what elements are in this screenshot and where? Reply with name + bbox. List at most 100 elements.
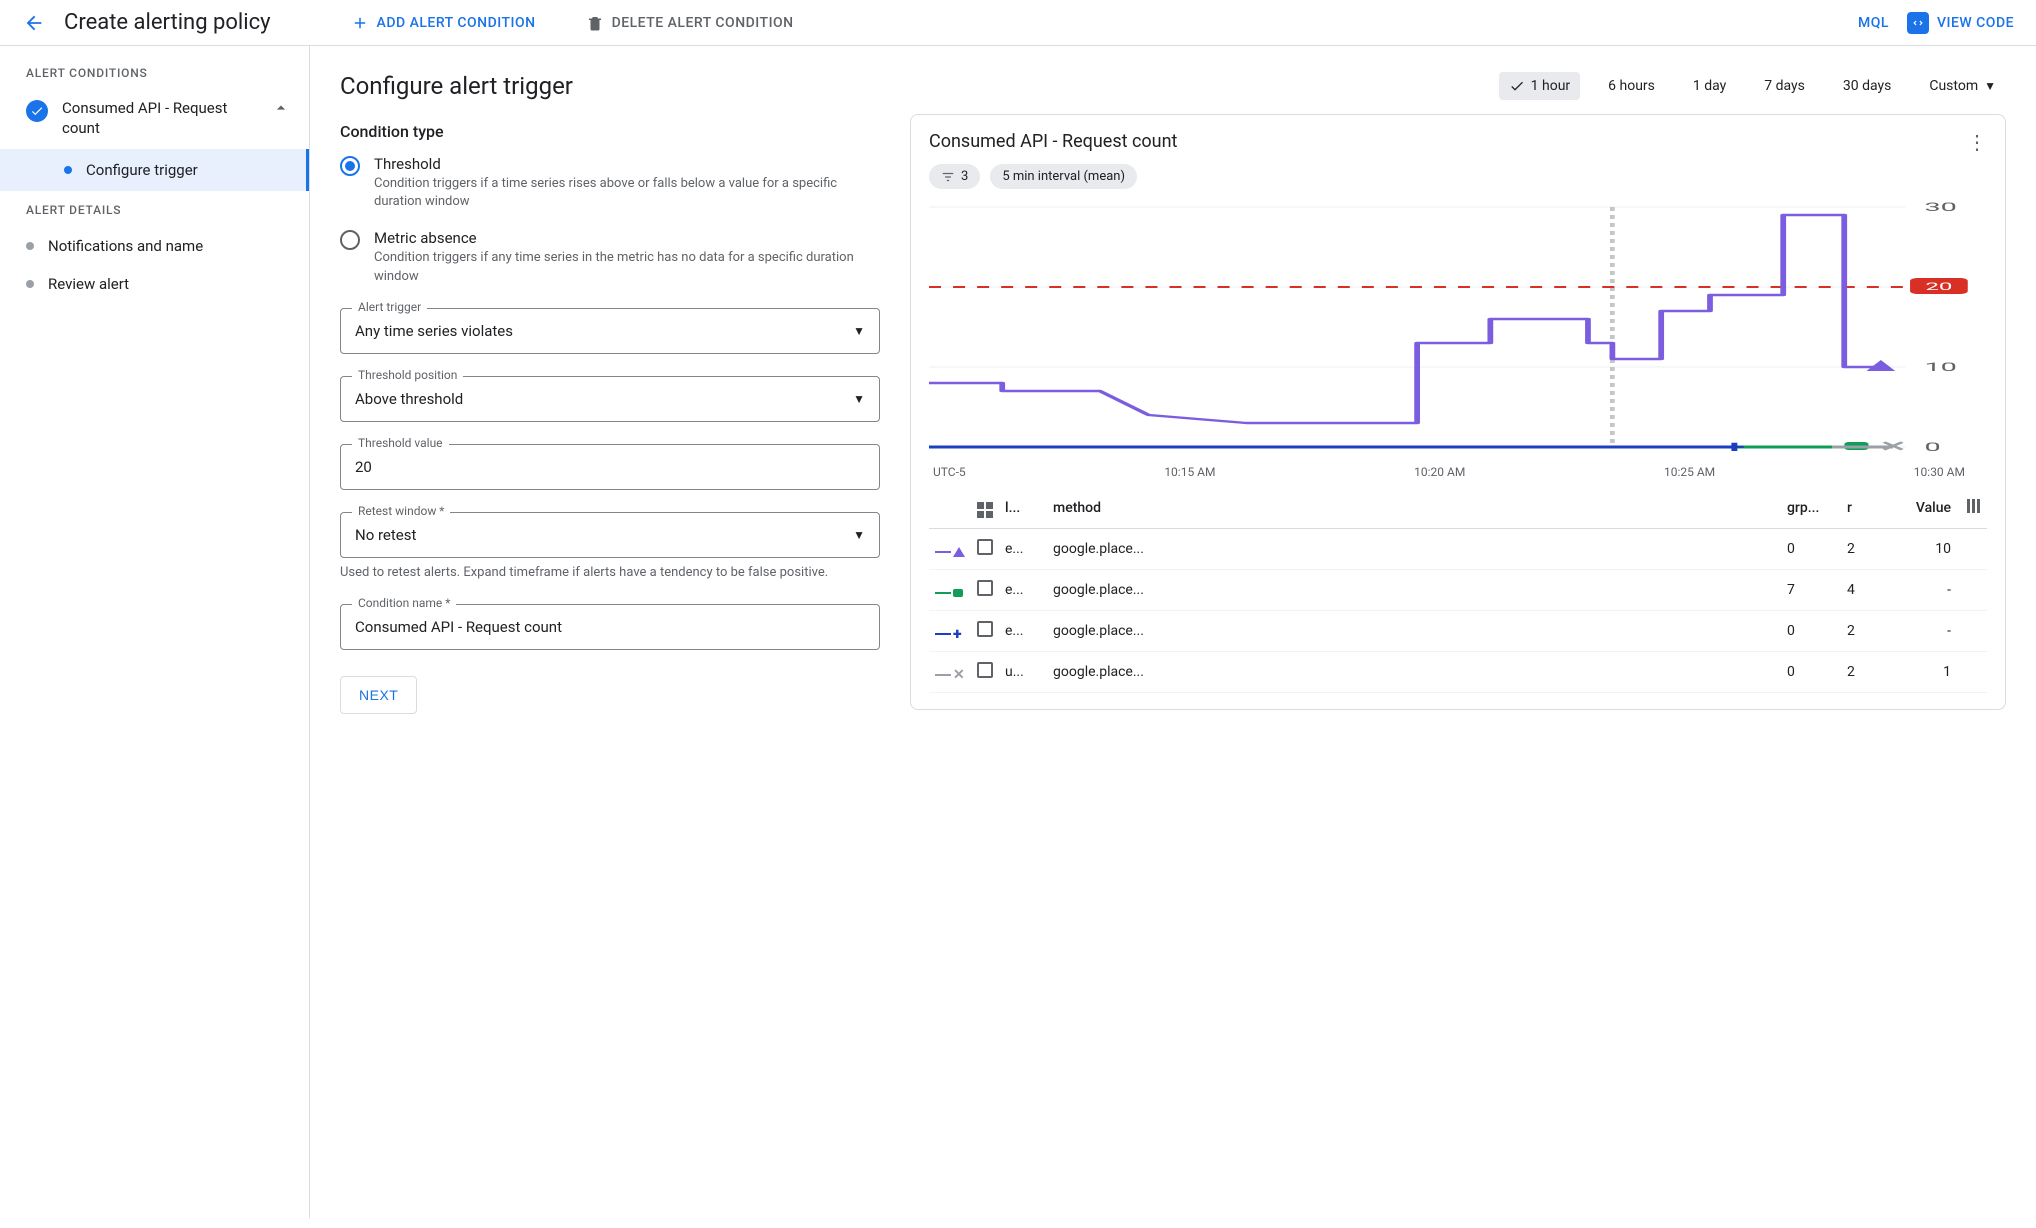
threshold-position-select[interactable]: Above threshold ▼ xyxy=(340,376,880,422)
time-range-6h[interactable]: 6 hours xyxy=(1598,72,1665,100)
sidebar-section-details: ALERT DETAILS xyxy=(0,203,309,227)
time-range-row: 1 hour 6 hours 1 day 7 days 30 days Cust… xyxy=(910,72,2006,100)
alert-trigger-label: Alert trigger xyxy=(352,300,427,314)
th-l[interactable]: l... xyxy=(999,487,1047,529)
time-range-1h-label: 1 hour xyxy=(1531,78,1571,94)
delete-alert-condition-button[interactable]: DELETE ALERT CONDITION xyxy=(586,14,794,32)
retest-window-field: Retest window * No retest ▼ Used to rete… xyxy=(340,512,880,582)
page-title: Create alerting policy xyxy=(64,10,271,35)
th-grp[interactable]: grp... xyxy=(1781,487,1841,529)
condition-name-field: Condition name * xyxy=(340,604,880,650)
next-button[interactable]: NEXT xyxy=(340,676,417,714)
chart-title: Consumed API - Request count xyxy=(929,131,1177,152)
mql-button[interactable]: MQL xyxy=(1858,15,1889,31)
condition-name-label: Condition name * xyxy=(352,596,456,610)
grid-icon[interactable] xyxy=(977,502,993,518)
sidebar-item-review-label: Review alert xyxy=(48,275,129,293)
sidebar-condition-item[interactable]: Consumed API - Request count xyxy=(0,90,309,149)
row-checkbox[interactable] xyxy=(977,621,993,637)
chart-card: Consumed API - Request count ⋮ 3 5 min i… xyxy=(910,114,2006,710)
dot-icon xyxy=(26,242,34,250)
radio-metric-absence[interactable]: Metric absence Condition triggers if any… xyxy=(340,229,880,285)
chart-plot[interactable]: 010203020+✕ xyxy=(929,201,1987,461)
plus-icon xyxy=(351,14,369,32)
radio-metric-absence-desc: Condition triggers if any time series in… xyxy=(374,249,880,285)
add-alert-condition-label: ADD ALERT CONDITION xyxy=(377,15,536,31)
add-alert-condition-button[interactable]: ADD ALERT CONDITION xyxy=(351,14,536,32)
back-button[interactable] xyxy=(22,11,46,35)
sidebar-configure-trigger[interactable]: Configure trigger xyxy=(0,149,309,191)
svg-text:+: + xyxy=(1724,438,1745,456)
radio-threshold[interactable]: Threshold Condition triggers if a time s… xyxy=(340,155,880,211)
code-icon xyxy=(1907,12,1929,34)
view-code-label: VIEW CODE xyxy=(1937,15,2014,31)
table-row[interactable]: e...google.place...0210 xyxy=(929,529,1987,570)
mql-label: MQL xyxy=(1858,15,1889,31)
columns-icon[interactable] xyxy=(1967,499,1981,513)
threshold-value-field: Threshold value xyxy=(340,444,880,490)
svg-text:30: 30 xyxy=(1924,201,1956,214)
chevron-up-icon[interactable] xyxy=(271,98,291,122)
top-bar: Create alerting policy ADD ALERT CONDITI… xyxy=(0,0,2036,46)
chevron-down-icon: ▼ xyxy=(853,324,865,338)
time-range-1d[interactable]: 1 day xyxy=(1683,72,1736,100)
sidebar: ALERT CONDITIONS Consumed API - Request … xyxy=(0,46,310,1218)
retest-window-label: Retest window * xyxy=(352,504,450,518)
time-range-custom[interactable]: Custom ▼ xyxy=(1919,72,2006,100)
threshold-position-value: Above threshold xyxy=(355,390,463,408)
radio-threshold-title: Threshold xyxy=(374,155,880,173)
sidebar-section-conditions: ALERT CONDITIONS xyxy=(0,66,309,90)
delete-alert-condition-label: DELETE ALERT CONDITION xyxy=(612,15,794,31)
radio-metric-absence-title: Metric absence xyxy=(374,229,880,247)
chart-column: 1 hour 6 hours 1 day 7 days 30 days Cust… xyxy=(910,72,2006,1192)
condition-name-input[interactable] xyxy=(340,604,880,650)
filter-chip[interactable]: 3 xyxy=(929,164,980,189)
alert-trigger-select[interactable]: Any time series violates ▼ xyxy=(340,308,880,354)
chevron-down-icon: ▼ xyxy=(853,392,865,406)
svg-text:20: 20 xyxy=(1925,281,1952,292)
configure-form: Configure alert trigger Condition type T… xyxy=(340,72,880,1192)
chart-timezone: UTC-5 xyxy=(933,465,966,479)
condition-type-heading: Condition type xyxy=(340,122,880,141)
th-r[interactable]: r xyxy=(1841,487,1877,529)
bullet-icon xyxy=(64,166,72,174)
row-checkbox[interactable] xyxy=(977,539,993,555)
time-range-7d[interactable]: 7 days xyxy=(1754,72,1815,100)
sidebar-item-review[interactable]: Review alert xyxy=(0,265,309,303)
trash-icon xyxy=(586,14,604,32)
th-method[interactable]: method xyxy=(1047,487,1781,529)
svg-text:✕: ✕ xyxy=(1879,439,1907,455)
interval-chip-label: 5 min interval (mean) xyxy=(1002,169,1125,184)
check-icon xyxy=(1509,78,1525,94)
retest-window-helper: Used to retest alerts. Expand timeframe … xyxy=(340,564,880,582)
dot-icon xyxy=(26,280,34,288)
radio-threshold-desc: Condition triggers if a time series rise… xyxy=(374,175,880,211)
threshold-value-label: Threshold value xyxy=(352,436,449,450)
sidebar-item-notifications[interactable]: Notifications and name xyxy=(0,227,309,265)
retest-window-value: No retest xyxy=(355,526,416,544)
row-checkbox[interactable] xyxy=(977,662,993,678)
chart-more-menu[interactable]: ⋮ xyxy=(1967,132,1987,152)
svg-text:0: 0 xyxy=(1924,441,1940,455)
chart-legend-table: l... method grp... r Value e...google.pl… xyxy=(929,487,1987,693)
threshold-value-input[interactable] xyxy=(340,444,880,490)
view-code-button[interactable]: VIEW CODE xyxy=(1907,12,2014,34)
section-heading: Configure alert trigger xyxy=(340,72,880,100)
time-range-30d[interactable]: 30 days xyxy=(1833,72,1901,100)
table-row[interactable]: ✕u...google.place...021 xyxy=(929,652,1987,693)
filter-icon xyxy=(941,170,955,184)
retest-window-select[interactable]: No retest ▼ xyxy=(340,512,880,558)
chevron-down-icon: ▼ xyxy=(853,528,865,542)
sidebar-configure-trigger-label: Configure trigger xyxy=(86,161,198,179)
time-range-1h[interactable]: 1 hour xyxy=(1499,72,1581,100)
table-row[interactable]: +e...google.place...02- xyxy=(929,611,1987,652)
interval-chip[interactable]: 5 min interval (mean) xyxy=(990,164,1137,189)
sidebar-item-notifications-label: Notifications and name xyxy=(48,237,203,255)
chevron-down-icon: ▼ xyxy=(1984,79,1996,93)
arrow-left-icon xyxy=(23,12,45,34)
row-checkbox[interactable] xyxy=(977,580,993,596)
threshold-position-label: Threshold position xyxy=(352,368,463,382)
table-row[interactable]: e...google.place...74- xyxy=(929,570,1987,611)
sidebar-condition-label: Consumed API - Request count xyxy=(62,98,257,139)
th-value[interactable]: Value xyxy=(1877,487,1957,529)
